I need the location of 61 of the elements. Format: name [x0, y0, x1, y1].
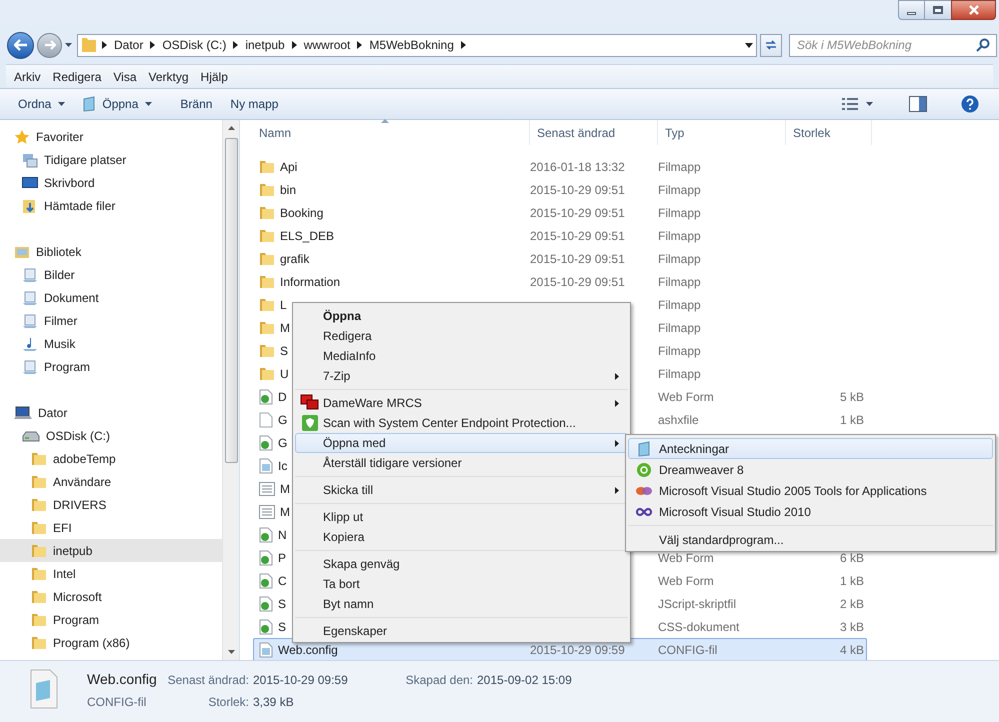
file-name: M — [280, 320, 290, 336]
field-label: Storlek: — [207, 694, 250, 711]
file-type: ashxfile — [658, 412, 699, 426]
file-name: G — [278, 412, 288, 428]
file-type: Filmapp — [658, 228, 701, 242]
file-type: Filmapp — [658, 206, 701, 220]
file-name: N — [278, 526, 287, 544]
file-name: G — [278, 434, 288, 452]
date-modified: 2015-10-29 09:59 — [530, 642, 625, 656]
file-type: Filmapp — [658, 366, 701, 380]
file-name: Booking — [280, 204, 324, 222]
file-size: 3 kB — [840, 620, 864, 634]
file-type: Web Form — [658, 550, 714, 564]
file-type: Filmapp — [658, 344, 701, 358]
file-name: S — [278, 618, 286, 636]
file-name: C — [278, 572, 287, 590]
file-type: CSS-dokument — [658, 620, 740, 634]
file-type: Filmapp — [658, 320, 701, 334]
file-type: CONFIG-fil — [658, 642, 718, 656]
file-name: ELS_DEB — [280, 228, 334, 244]
file-name: Information — [280, 274, 340, 290]
date-modified: 2015-10-29 09:51 — [530, 274, 625, 288]
file-type: Web Form — [658, 574, 714, 588]
file-type: Filmapp — [658, 274, 701, 288]
file-type: Filmapp — [658, 160, 701, 174]
file-name: S — [280, 342, 288, 360]
file-name: D — [278, 388, 287, 406]
file-size: 2 kB — [840, 596, 864, 610]
field-value: 3,39 kB — [253, 694, 295, 711]
field-label: Skapad den: — [404, 672, 474, 689]
file-name: Ic — [278, 458, 288, 474]
file-size: 6 kB — [840, 550, 864, 564]
file-name: grafik — [280, 250, 310, 268]
file-type: JScript-skriptfil — [658, 596, 736, 610]
file-type: Filmapp — [658, 252, 701, 266]
date-modified: 2015-10-29 09:51 — [530, 206, 625, 220]
field-value: 2015-10-29 09:59 — [253, 672, 349, 689]
file-type: Web Form — [658, 390, 714, 404]
file-name: bin — [280, 182, 296, 198]
file-name: M — [280, 480, 290, 498]
file-name: Web.config — [278, 642, 338, 658]
file-name: M — [280, 504, 290, 520]
file-type: CONFIG-fil — [87, 694, 148, 711]
file-name: Api — [280, 158, 298, 176]
file-size: 1 kB — [840, 412, 864, 426]
file-size: 4 kB — [840, 642, 864, 656]
date-modified: 2015-10-29 09:51 — [530, 228, 625, 242]
file-size: 5 kB — [840, 390, 864, 404]
file-type: Filmapp — [658, 298, 701, 312]
date-modified: 2015-10-29 09:51 — [530, 182, 625, 196]
file-size: 1 kB — [840, 574, 864, 588]
file-type: Filmapp — [658, 182, 701, 196]
field-label: Senast ändrad: — [166, 672, 250, 689]
file-name: P — [278, 550, 286, 566]
file-name: S — [278, 596, 286, 612]
field-value: 2015-09-02 15:09 — [477, 672, 572, 689]
date-modified: 2016-01-18 13:32 — [530, 160, 625, 174]
file-name: L — [280, 296, 287, 314]
date-modified: 2015-10-29 09:51 — [530, 252, 625, 266]
file-name: Web.config — [87, 670, 158, 689]
file-name: U — [280, 366, 289, 382]
